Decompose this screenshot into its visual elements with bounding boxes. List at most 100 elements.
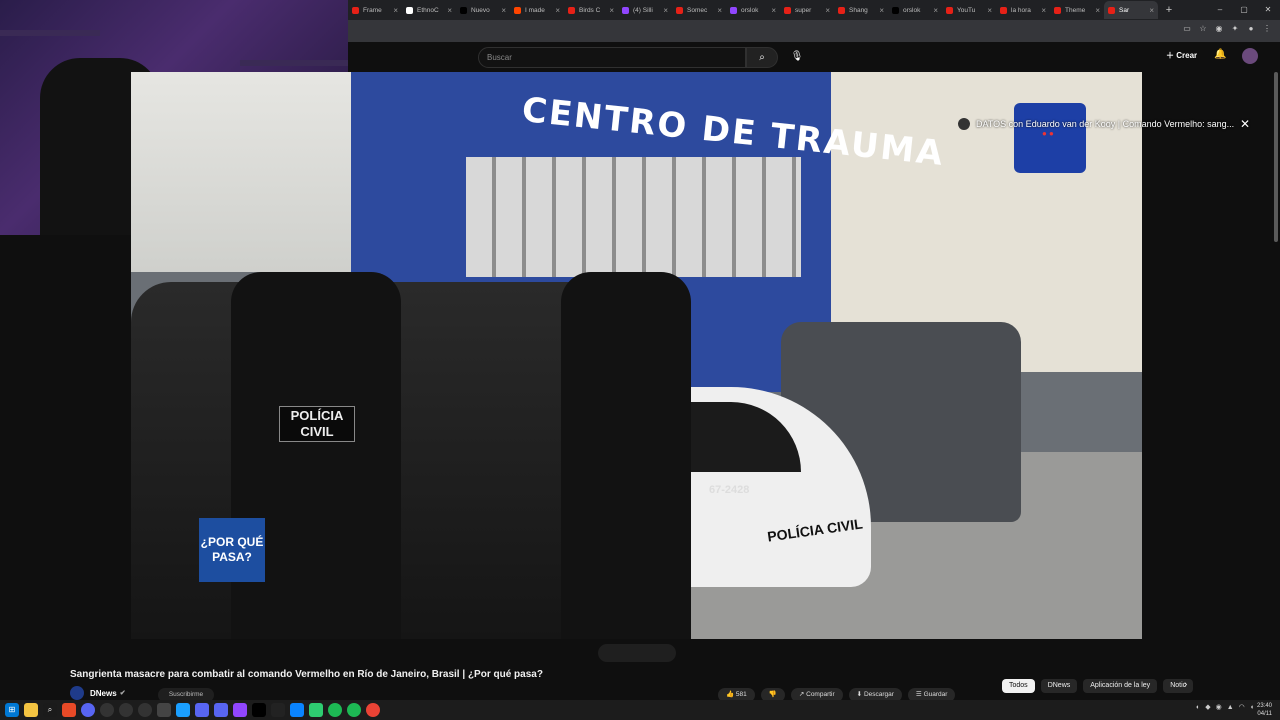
tab-title: orslok [903, 6, 921, 14]
browser-tab[interactable]: Frame × [348, 1, 402, 19]
tab-title: la hora [1011, 6, 1031, 14]
chrome-icon[interactable] [366, 703, 380, 717]
tab-title: Shang [849, 6, 868, 14]
discord-icon[interactable] [214, 703, 228, 717]
browser-tab[interactable]: Birds C × [564, 1, 618, 19]
tray-icon[interactable]: ◉ [1216, 703, 1222, 711]
app-icon[interactable] [290, 703, 304, 717]
app-icon[interactable] [309, 703, 323, 717]
app-icon[interactable] [119, 703, 133, 717]
tab-close-icon[interactable]: × [501, 6, 506, 15]
tab-title: Somec [687, 6, 708, 14]
profile-icon[interactable]: ● [1246, 24, 1256, 34]
browser-tab[interactable]: orslok × [726, 1, 780, 19]
channel-avatar[interactable] [70, 686, 84, 700]
extensions-puzzle-icon[interactable]: ✦ [1230, 24, 1240, 34]
tab-close-icon[interactable]: × [447, 6, 452, 15]
browser-tab-bar: Frame × EthnoC × Nuevo × I made × Birds C × (4) Si… [348, 0, 1280, 20]
share-label: Compartir [806, 691, 835, 698]
app-icon[interactable] [157, 703, 171, 717]
officer-figure [561, 272, 691, 639]
app-icon[interactable] [62, 703, 76, 717]
tab-close-icon[interactable]: × [987, 6, 992, 15]
browser-tab[interactable]: YouTu × [942, 1, 996, 19]
clock-time: 23:40 [1256, 703, 1272, 709]
tab-close-icon[interactable]: × [663, 6, 668, 15]
volume-icon[interactable]: ◖ [1250, 704, 1254, 711]
tab-close-icon[interactable]: × [393, 6, 398, 15]
account-avatar[interactable] [1242, 48, 1258, 64]
video-player[interactable]: CENTRO DE TRAUMA 67-2428 POLÍCIA CIVIL P… [131, 72, 1142, 639]
bookmark-star-icon[interactable]: ☆ [1198, 24, 1208, 34]
chip-aplicacion-ley[interactable]: Aplicación de la ley [1083, 679, 1158, 693]
wifi-icon[interactable]: ◠ [1239, 703, 1245, 711]
browser-tab[interactable]: Shang × [834, 1, 888, 19]
browser-menu-icon[interactable]: ⋮ [1262, 24, 1272, 34]
close-window-button[interactable]: ✕ [1256, 0, 1280, 20]
search-taskbar-icon[interactable]: ⌕ [43, 703, 57, 717]
tab-close-icon[interactable]: × [1041, 6, 1046, 15]
browser-tab[interactable]: Somec × [672, 1, 726, 19]
extension-icon[interactable]: ◉ [1214, 24, 1224, 34]
tab-close-icon[interactable]: × [771, 6, 776, 15]
close-icon[interactable]: ✕ [1240, 117, 1250, 131]
new-tab-button[interactable]: + [1162, 4, 1176, 16]
tab-close-icon[interactable]: × [825, 6, 830, 15]
create-button[interactable]: ＋ Crear [1166, 50, 1197, 61]
app-icon[interactable] [138, 703, 152, 717]
like-count: 581 [735, 691, 747, 698]
channel-name[interactable]: DNews [90, 689, 117, 698]
tab-close-icon[interactable]: × [609, 6, 614, 15]
page-scrollbar[interactable] [1274, 72, 1278, 242]
maximize-button[interactable]: ▢ [1232, 0, 1256, 20]
browser-tab[interactable]: Nuevo × [456, 1, 510, 19]
chevron-right-icon[interactable]: › [1184, 679, 1187, 690]
browser-tab[interactable]: la hora × [996, 1, 1050, 19]
building-vent [466, 157, 801, 277]
voice-search-icon[interactable]: 🎙 [788, 48, 806, 66]
police-car-number: 67-2428 [709, 484, 750, 496]
tray-icon[interactable]: ◐ [1196, 704, 1200, 711]
tab-close-icon[interactable]: × [555, 6, 560, 15]
steam-icon[interactable] [176, 703, 190, 717]
chip-dnews[interactable]: DNews [1040, 679, 1078, 693]
browser-tab[interactable]: orslok × [888, 1, 942, 19]
browser-tab[interactable]: I made × [510, 1, 564, 19]
tab-close-icon[interactable]: × [933, 6, 938, 15]
app-icon[interactable] [81, 703, 95, 717]
tab-close-icon[interactable]: × [879, 6, 884, 15]
twitch-icon[interactable] [233, 703, 247, 717]
notifications-bell-icon[interactable]: 🔔 [1214, 49, 1226, 60]
overlay-title-text: DATOS con Eduardo van der Kooy | Comando… [976, 119, 1235, 129]
tray-icon[interactable]: ▲ [1227, 704, 1234, 711]
channel-row: DNews ✔ [70, 686, 126, 700]
minimize-button[interactable]: – [1208, 0, 1232, 20]
browser-tab[interactable]: EthnoC × [402, 1, 456, 19]
cast-icon[interactable]: ▭ [1182, 24, 1192, 34]
taskbar-clock[interactable]: 23:40 04/11 [1257, 702, 1272, 718]
tray-icon[interactable]: ◆ [1205, 703, 1210, 711]
search-input[interactable]: Buscar [478, 47, 746, 68]
tab-close-icon[interactable]: × [1149, 6, 1154, 15]
tab-close-icon[interactable]: × [1095, 6, 1100, 15]
browser-tab[interactable]: Sar × [1104, 1, 1158, 19]
chip-todos[interactable]: Todos [1002, 679, 1035, 693]
tab-close-icon[interactable]: × [717, 6, 722, 15]
app-icon[interactable] [271, 703, 285, 717]
chip-noticias[interactable]: Notic [1163, 679, 1194, 693]
browser-tab[interactable]: (4) Silli × [618, 1, 672, 19]
search-button[interactable]: ⌕ [746, 47, 778, 68]
app-icon[interactable] [100, 703, 114, 717]
player-status-pill [598, 644, 676, 662]
tiktok-icon[interactable] [252, 703, 266, 717]
windows-start-icon[interactable]: ⊞ [5, 703, 19, 717]
browser-tab[interactable]: super × [780, 1, 834, 19]
browser-tab[interactable]: Theme × [1050, 1, 1104, 19]
tab-favicon-icon [1054, 6, 1061, 14]
file-explorer-icon[interactable] [24, 703, 38, 717]
discord-icon[interactable] [195, 703, 209, 717]
spotify-icon[interactable] [347, 703, 361, 717]
tab-favicon-icon [352, 6, 359, 14]
spotify-icon[interactable] [328, 703, 342, 717]
youtube-header: Buscar ⌕ 🎙 ＋ Crear 🔔 [348, 42, 1280, 72]
